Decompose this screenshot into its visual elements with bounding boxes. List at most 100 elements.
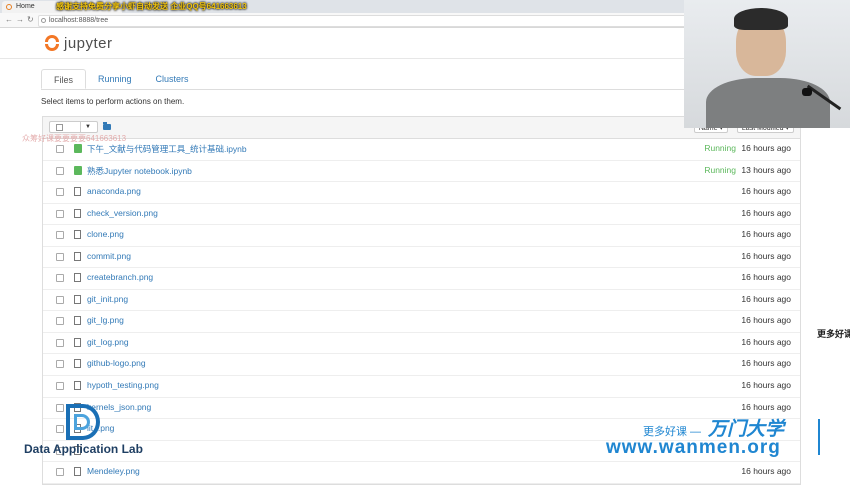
tab-files[interactable]: Files xyxy=(41,69,87,89)
file-name-link[interactable]: clone.png xyxy=(87,229,124,239)
presenter-hair xyxy=(734,8,788,30)
last-modified: 16 hours ago xyxy=(741,466,791,477)
last-modified: 16 hours ago xyxy=(741,207,791,218)
last-modified: 16 hours ago xyxy=(741,293,791,304)
file-name-link[interactable]: git_lg.png xyxy=(87,315,124,325)
webcam-overlay xyxy=(684,0,850,128)
file-name-link[interactable]: anaconda.png xyxy=(87,186,141,196)
last-modified: 16 hours ago xyxy=(741,401,791,412)
file-name-link[interactable]: github-logo.png xyxy=(87,358,146,368)
file-row[interactable]: kernels_json.png 16 hours ago xyxy=(43,398,800,420)
file-icon xyxy=(74,381,81,391)
file-icon xyxy=(74,316,81,326)
last-modified: 16 hours ago xyxy=(741,186,791,197)
jupyter-logo-icon xyxy=(44,33,60,53)
row-checkbox[interactable] xyxy=(56,252,64,261)
row-checkbox[interactable] xyxy=(56,209,64,218)
tab-clusters[interactable]: Clusters xyxy=(144,69,201,89)
select-all-checkbox[interactable] xyxy=(56,124,63,131)
file-icon xyxy=(74,208,81,218)
instructions-text: Select items to perform actions on them. xyxy=(41,97,185,106)
file-row[interactable]: git_lg.png 16 hours ago xyxy=(43,311,800,333)
file-row[interactable]: git_init.png 16 hours ago xyxy=(43,290,800,312)
folder-icon[interactable] xyxy=(103,122,111,130)
url-input[interactable]: localhost:8888/tree xyxy=(38,15,690,27)
last-modified: 16 hours ago xyxy=(741,143,791,153)
file-row[interactable]: commit.png 16 hours ago xyxy=(43,247,800,269)
file-icon xyxy=(74,251,81,261)
row-checkbox[interactable] xyxy=(56,188,64,197)
file-icon xyxy=(74,273,81,283)
overlay-banner: 感谢支持免费分享小虾自动发送 企业QQ号641663613 xyxy=(56,2,247,11)
file-row[interactable]: git_log.png 16 hours ago xyxy=(43,333,800,355)
file-icon xyxy=(74,337,81,347)
last-modified: 16 hours ago xyxy=(741,380,791,391)
select-all-dropdown[interactable]: ▼ xyxy=(49,121,98,133)
file-name-link[interactable]: commit.png xyxy=(87,251,131,261)
browser-tab-title: Home xyxy=(16,3,35,10)
row-checkbox[interactable] xyxy=(56,166,64,175)
row-checkbox[interactable] xyxy=(56,382,64,391)
file-icon xyxy=(74,187,81,197)
row-checkbox[interactable] xyxy=(56,295,64,304)
file-icon xyxy=(74,230,81,240)
running-indicator: Running xyxy=(704,164,736,175)
file-name-link[interactable]: createbranch.png xyxy=(87,272,153,282)
file-row[interactable]: check_version.png 16 hours ago xyxy=(43,204,800,226)
overlay-watermark-mid: 众筹好课要要要要641663613 xyxy=(22,134,127,143)
url-text: localhost:8888/tree xyxy=(49,17,109,24)
file-name-link[interactable]: check_version.png xyxy=(87,208,158,218)
file-name-link[interactable]: 下午_文献与代码管理工具_统计基础.ipynb xyxy=(87,143,247,155)
last-modified: 13 hours ago xyxy=(741,164,791,175)
dal-logo-text: Data Application Lab xyxy=(24,442,143,456)
file-row[interactable]: createbranch.png 16 hours ago xyxy=(43,268,800,290)
notebook-icon xyxy=(74,144,82,153)
file-icon xyxy=(74,294,81,304)
last-modified: 16 hours ago xyxy=(741,250,791,261)
watermark-bar xyxy=(818,419,820,455)
watermark-url: www.wanmen.org xyxy=(606,437,781,458)
file-row[interactable]: clone.png 16 hours ago xyxy=(43,225,800,247)
reload-icon[interactable]: ↻ xyxy=(27,14,34,26)
microphone-icon xyxy=(802,88,812,96)
file-row[interactable]: 熟悉Jupyter notebook.ipynb Running 13 hours … xyxy=(43,161,800,183)
running-indicator: Running xyxy=(704,143,736,153)
last-modified: 16 hours ago xyxy=(741,315,791,326)
dal-logo-icon xyxy=(62,404,106,442)
file-row[interactable]: github-logo.png 16 hours ago xyxy=(43,354,800,377)
jupyter-logo-text: jupyter xyxy=(64,34,113,52)
file-row[interactable]: anaconda.png 16 hours ago xyxy=(43,182,800,204)
tab-running[interactable]: Running xyxy=(86,69,144,89)
last-modified: 16 hours ago xyxy=(741,272,791,283)
info-icon xyxy=(41,18,46,23)
file-name-link[interactable]: 熟悉Jupyter notebook.ipynb xyxy=(87,165,192,177)
last-modified: 16 hours ago xyxy=(741,358,791,369)
presenter-body xyxy=(706,78,830,128)
row-checkbox[interactable] xyxy=(56,317,64,326)
row-checkbox[interactable] xyxy=(56,231,64,240)
jupyter-logo[interactable]: jupyter xyxy=(44,32,113,54)
last-modified: 16 hours ago xyxy=(741,229,791,240)
file-name-link[interactable]: hypoth_testing.png xyxy=(87,380,159,390)
file-icon xyxy=(74,359,81,369)
file-row[interactable]: 下午_文献与代码管理工具_统计基础.ipynb Running 16 hours a… xyxy=(43,139,800,161)
file-row[interactable]: Mendeley.png 16 hours ago xyxy=(43,462,800,484)
row-checkbox[interactable] xyxy=(56,274,64,283)
jupyter-favicon-icon xyxy=(6,4,12,10)
notebook-icon xyxy=(74,165,82,175)
watermark-right-text: 更多好课 xyxy=(817,329,850,339)
file-name-link[interactable]: git_init.png xyxy=(87,294,128,304)
caret-down-icon[interactable]: ▼ xyxy=(80,122,95,132)
back-arrow-icon[interactable]: ← xyxy=(5,14,13,26)
forward-arrow-icon[interactable]: → xyxy=(16,14,24,26)
file-icon xyxy=(74,467,81,477)
last-modified: 16 hours ago xyxy=(741,336,791,347)
file-row[interactable]: hypoth_testing.png 16 hours ago xyxy=(43,376,800,398)
row-checkbox[interactable] xyxy=(56,468,64,477)
row-checkbox[interactable] xyxy=(56,360,64,369)
file-name-link[interactable]: git_log.png xyxy=(87,337,129,347)
jupyter-tabs: Files Running Clusters xyxy=(41,69,201,89)
row-checkbox[interactable] xyxy=(56,338,64,347)
file-name-link[interactable]: Mendeley.png xyxy=(87,466,140,476)
row-checkbox[interactable] xyxy=(56,145,64,153)
